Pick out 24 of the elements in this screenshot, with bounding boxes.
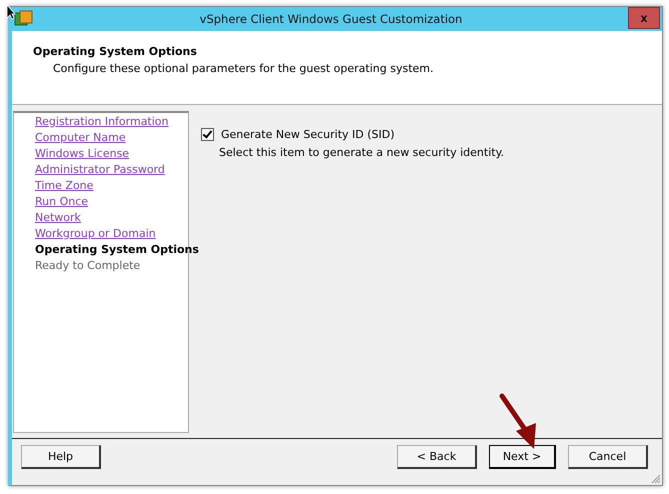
- back-button[interactable]: < Back: [397, 445, 477, 469]
- step-link[interactable]: Windows License: [35, 146, 130, 162]
- pending-step: Ready to Complete: [35, 258, 140, 274]
- app-icon: [14, 10, 34, 28]
- option-description: Select this item to generate a new security identity.: [219, 146, 506, 159]
- cursor-icon: [6, 4, 16, 20]
- step-link[interactable]: Time Zone: [35, 178, 94, 194]
- current-step: Operating System Options: [35, 242, 199, 258]
- next-button[interactable]: Next >: [489, 445, 556, 469]
- cancel-button[interactable]: Cancel: [568, 445, 648, 469]
- checkbox-label[interactable]: Generate New Security ID (SID): [221, 128, 395, 141]
- step-link[interactable]: Computer Name: [35, 130, 126, 146]
- page-title: Operating System Options: [33, 45, 198, 58]
- close-button[interactable]: x: [628, 7, 660, 29]
- window-title: vSphere Client Windows Guest Customization: [198, 12, 464, 26]
- checkbox[interactable]: [201, 128, 214, 141]
- step-link[interactable]: Network: [35, 210, 81, 226]
- resize-grip-icon[interactable]: [651, 474, 661, 484]
- step-link[interactable]: Workgroup or Domain: [35, 226, 156, 242]
- step-link[interactable]: Run Once: [35, 194, 88, 210]
- step-link[interactable]: Administrator Password: [35, 162, 165, 178]
- step-link[interactable]: Registration Information: [35, 114, 169, 130]
- page-subtitle: Configure these optional parameters for the guest operating system.: [53, 62, 434, 75]
- help-button[interactable]: Help: [21, 445, 101, 469]
